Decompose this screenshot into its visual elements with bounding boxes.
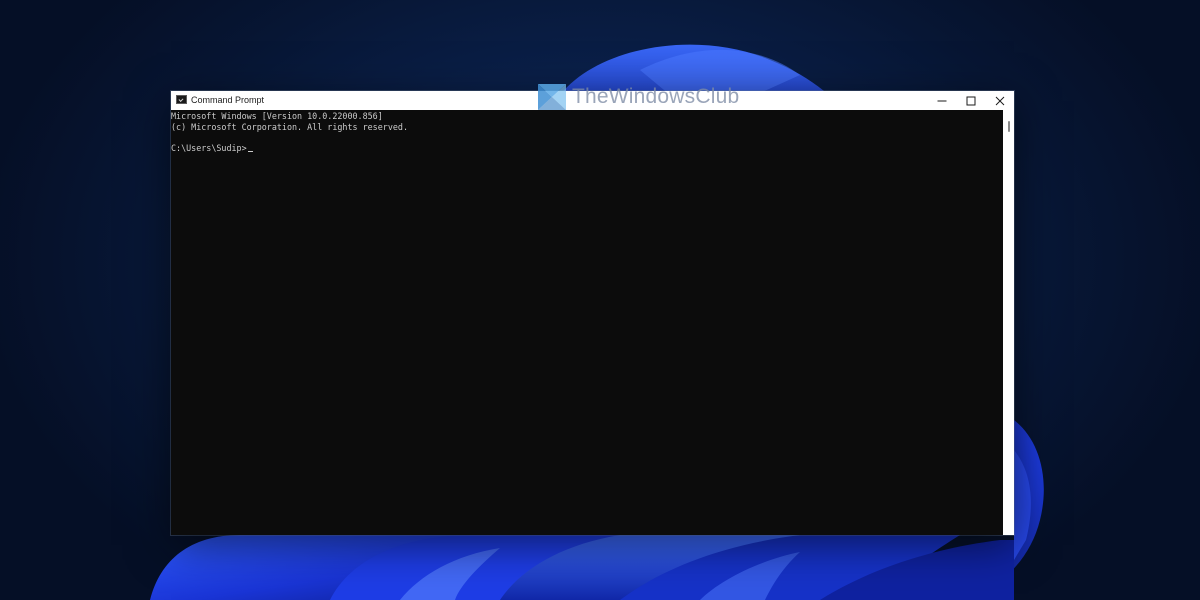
title-bar[interactable]: Command Prompt xyxy=(171,91,1014,110)
window-title: Command Prompt xyxy=(191,95,265,105)
cmd-app-icon xyxy=(176,95,187,104)
console-prompt: C:\Users\Sudip> xyxy=(171,142,247,153)
vertical-scrollbar[interactable] xyxy=(1003,110,1014,535)
scrollbar-thumb[interactable] xyxy=(1008,121,1010,132)
console-line-version: Microsoft Windows [Version 10.0.22000.85… xyxy=(171,111,383,121)
console-prompt-line[interactable]: C:\Users\Sudip> xyxy=(171,143,1003,154)
maximize-icon xyxy=(966,96,975,105)
text-cursor xyxy=(247,150,253,153)
minimize-icon xyxy=(937,100,946,101)
command-prompt-window[interactable]: Command Prompt Microsoft Windows [Versio… xyxy=(171,91,1014,535)
console-line-copyright: (c) Microsoft Corporation. All rights re… xyxy=(171,121,408,132)
console-output-area[interactable]: Microsoft Windows [Version 10.0.22000.85… xyxy=(171,110,1003,535)
close-button[interactable] xyxy=(985,91,1014,110)
maximize-button[interactable] xyxy=(956,91,985,110)
close-icon xyxy=(995,96,1004,105)
minimize-button[interactable] xyxy=(927,91,956,110)
